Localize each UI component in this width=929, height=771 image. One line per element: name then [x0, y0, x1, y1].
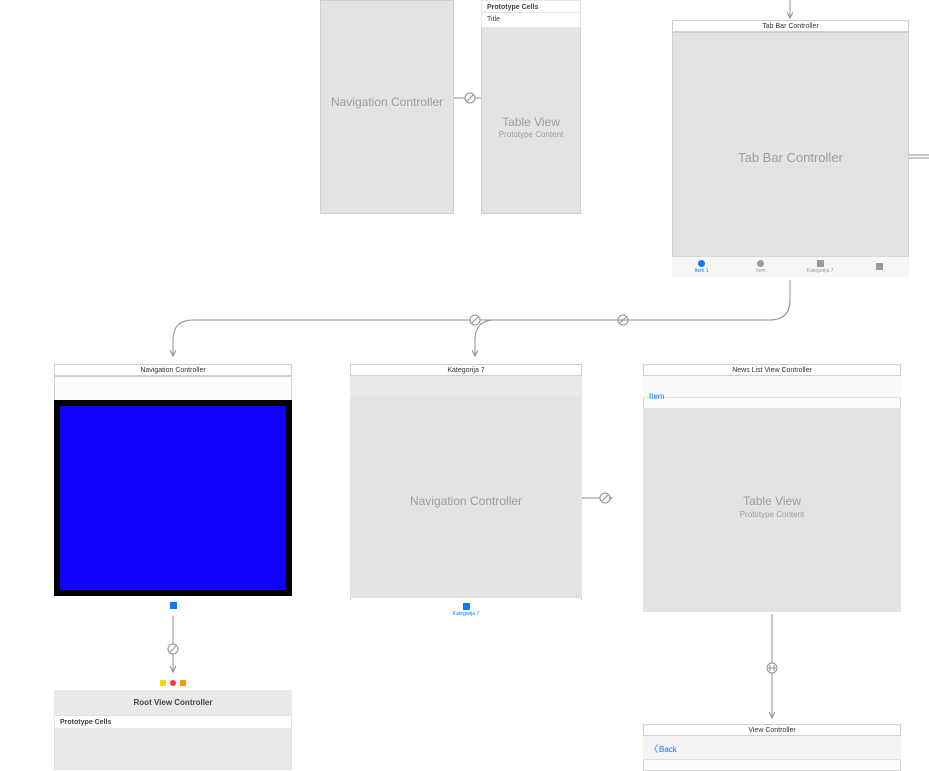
tab-item-blue[interactable] [54, 602, 292, 610]
table-view-sub: Prototype Content [481, 130, 581, 139]
root-vc-prototype: Prototype Cells [54, 716, 292, 729]
news-list-view-controller[interactable]: News List View Controller Item Table Vie… [643, 366, 901, 612]
nav-controller-top-label: Navigation Controller [320, 95, 454, 109]
nav-controller-blue[interactable]: Navigation Controller [54, 366, 292, 616]
nav-controller-blue-tabbar [54, 596, 292, 616]
news-list-title: News List View Controller [643, 364, 901, 376]
nav-controller-kategorija[interactable]: Kategorija 7 Navigation Controller Kateg… [350, 366, 582, 620]
tab-item-label: Item [756, 268, 766, 274]
tab-item-kategorija-label: Kategorija 7 [453, 611, 480, 617]
table-view-top[interactable]: Prototype Cells Title Table View Prototy… [481, 0, 581, 214]
circle-icon [698, 260, 705, 267]
tab-bar-title: Tab Bar Controller [672, 20, 909, 32]
dot-orange-icon [180, 680, 186, 686]
back-button[interactable]: Back [649, 742, 677, 755]
prototype-cell-title[interactable]: Title [481, 12, 581, 28]
tab-bar-controller[interactable]: Tab Bar Controller Tab Bar Controller It… [672, 22, 909, 277]
tab-item-kategorija[interactable]: Kategorija 7 [350, 603, 582, 617]
nav-controller-kategorija-tabbar: Kategorija 7 [350, 600, 582, 620]
square-icon [876, 263, 883, 270]
dot-yellow-icon [160, 680, 166, 686]
tab-item-label: Kategorija 7 [807, 268, 834, 274]
view-controller-title: View Controller [643, 724, 901, 736]
square-icon [817, 260, 824, 267]
tab-item[interactable]: Kategorija 7 [791, 260, 850, 274]
nav-controller-kategorija-title: Kategorija 7 [350, 364, 582, 376]
tab-item[interactable]: Item [731, 260, 790, 274]
back-label: Back [659, 745, 677, 754]
view-controller[interactable]: View Controller Back [643, 726, 901, 771]
news-list-sub: Prototype Content [643, 510, 901, 519]
blue-preview [54, 400, 292, 596]
dot-red-icon [170, 680, 176, 686]
square-icon [463, 603, 470, 610]
tab-item[interactable]: Item 1 [672, 260, 731, 274]
table-view-heading: Table View [481, 115, 581, 129]
root-vc-navbar: Root View Controller [54, 690, 292, 716]
news-list-navbar: Item [643, 376, 901, 398]
table-view-top-body [481, 0, 581, 214]
root-vc-title: Root View Controller [54, 698, 292, 707]
nav-controller-top[interactable]: Navigation Controller [320, 0, 454, 214]
tab-bar-label: Tab Bar Controller [672, 150, 909, 165]
news-list-nav-item[interactable]: Item [649, 392, 665, 401]
nav-controller-blue-title: Navigation Controller [54, 364, 292, 376]
root-view-controller[interactable]: Root View Controller Prototype Cells [54, 680, 292, 770]
nav-controller-kategorija-label: Navigation Controller [350, 494, 582, 508]
scene-dots[interactable] [54, 680, 292, 686]
circle-icon [757, 260, 764, 267]
square-icon [170, 602, 177, 609]
news-list-heading: Table View [643, 494, 901, 508]
nav-controller-kategorija-navbar [350, 376, 582, 398]
tab-item-label: Item 1 [695, 268, 709, 274]
blue-preview-fill [60, 406, 286, 590]
view-controller-navbar: Back [643, 736, 901, 760]
tab-item[interactable] [850, 263, 909, 271]
tab-bar: Item 1 Item Kategorija 7 [672, 256, 909, 277]
